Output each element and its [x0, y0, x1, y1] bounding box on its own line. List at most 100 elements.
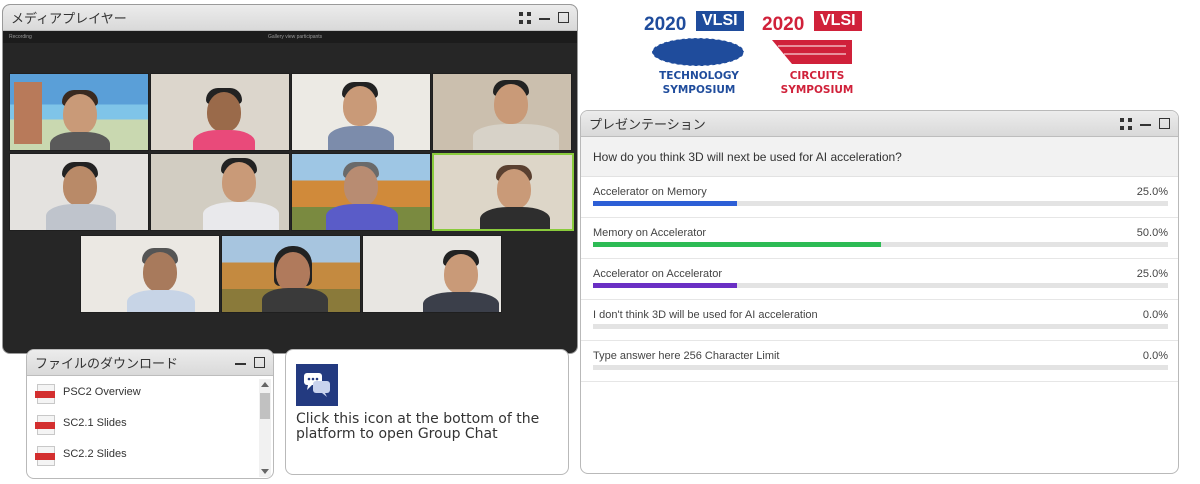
video-tile[interactable] [291, 73, 431, 151]
recording-indicator: Recording [9, 34, 32, 40]
poll-bar-fill [593, 242, 881, 247]
file-downloads-titlebar[interactable]: ファイルのダウンロード [27, 350, 273, 376]
poll-bar-track [593, 283, 1168, 288]
video-tile[interactable] [291, 153, 431, 231]
file-item[interactable]: SC2.1 Slides [27, 408, 259, 439]
participant-face [444, 254, 478, 294]
poll-bar-track [593, 242, 1168, 247]
presentation-window: プレゼンテーション How do you think 3D will next … [580, 110, 1179, 474]
file-list: PSC2 Overview SC2.1 Slides SC2.2 Slides [27, 377, 259, 470]
video-tile[interactable] [9, 153, 149, 231]
poll-option-label: Memory on Accelerator [593, 227, 707, 239]
poll-option-label: Type answer here 256 Character Limit [593, 350, 780, 362]
maximize-icon[interactable] [558, 12, 569, 23]
video-tile[interactable] [432, 73, 572, 151]
file-name: SC2.1 Slides [63, 417, 127, 429]
minimize-icon[interactable] [539, 17, 550, 20]
media-player-title: メディアプレイヤー [11, 12, 127, 27]
logo-line-1: CIRCUITS [789, 70, 845, 82]
participant-face [222, 162, 256, 202]
file-item[interactable]: PSC2 Overview [27, 377, 259, 408]
file-name: SC2.2 Slides [63, 448, 127, 460]
pdf-icon [35, 446, 55, 466]
presentation-titlebar[interactable]: プレゼンテーション [581, 111, 1178, 137]
logo-vlsi-badge: VLSI [814, 11, 862, 31]
participant-face [63, 166, 97, 206]
logo-year: 2020 [762, 14, 805, 35]
maximize-icon[interactable] [1159, 118, 1170, 129]
expand-icon[interactable] [1120, 117, 1132, 130]
poll-option-percent: 50.0% [1136, 227, 1168, 239]
poll-bar-track [593, 201, 1168, 206]
poll-option-label: Accelerator on Accelerator [593, 268, 723, 280]
poll-options: Accelerator on Memory 25.0% Memory on Ac… [581, 177, 1178, 382]
scroll-up-arrow-icon[interactable] [261, 382, 269, 387]
poll-question: How do you think 3D will next be used fo… [581, 137, 1178, 177]
participant-body [50, 132, 110, 150]
file-item[interactable]: SC2.2 Slides [27, 439, 259, 470]
poll-option[interactable]: Memory on Accelerator 50.0% [581, 218, 1178, 259]
pdf-icon [35, 384, 55, 404]
poll-option[interactable]: I don't think 3D will be used for AI acc… [581, 300, 1178, 341]
video-tile[interactable] [362, 235, 502, 313]
poll-option-percent: 25.0% [1136, 186, 1168, 198]
file-downloads-window: ファイルのダウンロード PSC2 Overview SC2.1 Slides S… [26, 349, 274, 479]
participant-face [276, 252, 310, 292]
pdf-icon [35, 415, 55, 435]
video-tile[interactable] [150, 73, 290, 151]
maximize-icon[interactable] [254, 357, 265, 368]
participant-face [344, 166, 378, 206]
scroll-down-arrow-icon[interactable] [261, 469, 269, 474]
video-tile-active-speaker[interactable] [432, 153, 574, 231]
file-downloads-title: ファイルのダウンロード [35, 357, 179, 372]
logo-year: 2020 [644, 14, 687, 35]
media-player-window: メディアプレイヤー Recording Gallery view partici… [2, 4, 578, 354]
minimize-icon[interactable] [1140, 123, 1151, 126]
poll-option-label: I don't think 3D will be used for AI acc… [593, 309, 818, 321]
poll-bar-fill [593, 201, 737, 206]
participant-body [326, 204, 398, 230]
participant-body [127, 290, 195, 312]
gallery-view-label: Gallery view participants [268, 34, 323, 40]
participant-face [143, 252, 177, 292]
group-chat-instruction: Click this icon at the bottom of the pla… [296, 411, 540, 442]
participant-body [46, 204, 116, 230]
participant-body [262, 288, 328, 312]
participant-body [473, 124, 559, 150]
expand-icon[interactable] [519, 11, 531, 24]
poll-option[interactable]: Accelerator on Memory 25.0% [581, 177, 1178, 218]
logo-line-1: TECHNOLOGY [659, 70, 739, 82]
group-chat-hint: Click this icon at the bottom of the pla… [285, 349, 569, 475]
video-tile[interactable] [150, 153, 290, 231]
chat-bubbles-icon [304, 373, 330, 397]
logo-vlsi-badge: VLSI [696, 11, 744, 31]
minimize-icon[interactable] [235, 362, 246, 365]
logo-line-2: SYMPOSIUM [780, 84, 854, 96]
poll-option[interactable]: Accelerator on Accelerator 25.0% [581, 259, 1178, 300]
video-tile[interactable] [80, 235, 220, 313]
logo-line-2: SYMPOSIUM [662, 84, 736, 96]
vlsi-circuits-logo: 2020 VLSI CIRCUITS SYMPOSIUM [758, 6, 878, 102]
participant-body [423, 292, 499, 312]
poll-option-label: Accelerator on Memory [593, 186, 707, 198]
file-list-scrollbar[interactable] [259, 379, 271, 477]
vlsi-technology-logo: 2020 VLSI TECHNOLOGY SYMPOSIUM [640, 6, 760, 102]
poll-bar-track [593, 365, 1168, 370]
video-tile[interactable] [9, 73, 149, 151]
scroll-thumb[interactable] [260, 393, 270, 419]
participant-body [193, 130, 255, 150]
participant-face [207, 92, 241, 132]
file-name: PSC2 Overview [63, 386, 141, 398]
building-backdrop [14, 82, 42, 144]
presentation-title: プレゼンテーション [589, 118, 706, 133]
poll-option[interactable]: Type answer here 256 Character Limit 0.0… [581, 341, 1178, 382]
media-player-titlebar[interactable]: メディアプレイヤー [3, 5, 577, 31]
group-chat-icon[interactable] [296, 364, 338, 406]
participant-face [497, 169, 531, 209]
participant-body [203, 202, 279, 230]
video-tile[interactable] [221, 235, 361, 313]
video-status-strip: Recording Gallery view participants [3, 31, 577, 43]
participant-face [343, 86, 377, 126]
participant-face [494, 84, 528, 124]
poll-option-percent: 25.0% [1136, 268, 1168, 280]
